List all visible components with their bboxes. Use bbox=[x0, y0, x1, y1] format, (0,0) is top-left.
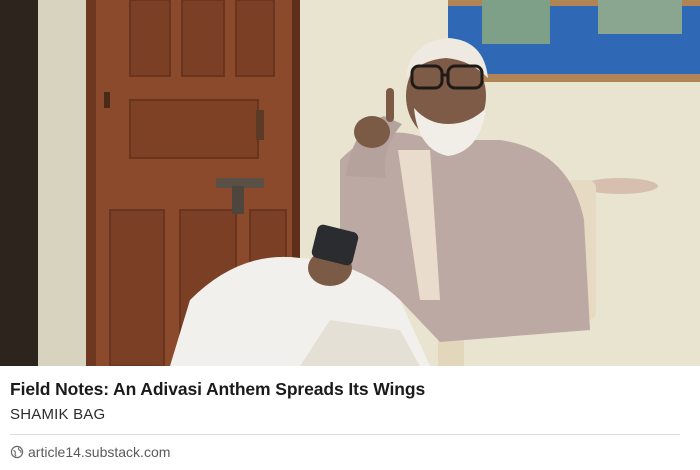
card-text-block: Field Notes: An Adivasi Anthem Spreads I… bbox=[10, 366, 690, 470]
source-domain-label: article14.substack.com bbox=[28, 444, 171, 460]
article-title[interactable]: Field Notes: An Adivasi Anthem Spreads I… bbox=[10, 379, 690, 400]
link-preview-card[interactable]: Field Notes: An Adivasi Anthem Spreads I… bbox=[0, 0, 700, 470]
article-thumbnail-image[interactable] bbox=[0, 0, 700, 366]
divider bbox=[10, 434, 680, 435]
article-author: SHAMIK BAG bbox=[10, 406, 106, 423]
source-domain[interactable]: article14.substack.com bbox=[10, 444, 170, 460]
globe-icon bbox=[10, 445, 24, 459]
